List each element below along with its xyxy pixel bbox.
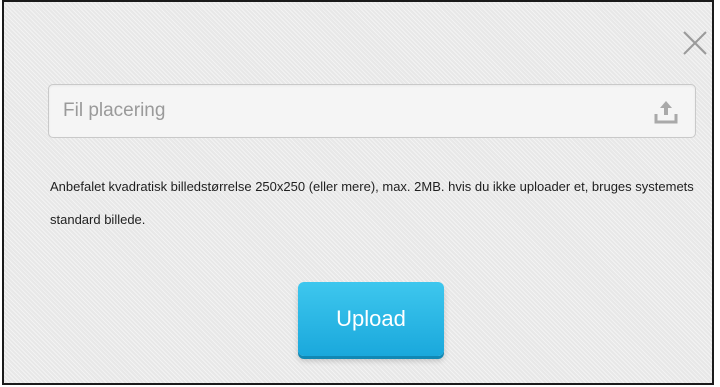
close-icon[interactable]	[680, 28, 710, 58]
file-location-input[interactable]	[49, 85, 695, 137]
file-location-field[interactable]	[48, 84, 696, 138]
upload-dialog: Anbefalet kvadratisk billedstørrelse 250…	[2, 0, 714, 385]
upload-button[interactable]: Upload	[298, 282, 444, 356]
help-text: Anbefalet kvadratisk billedstørrelse 250…	[50, 179, 694, 227]
upload-icon[interactable]	[653, 99, 679, 125]
